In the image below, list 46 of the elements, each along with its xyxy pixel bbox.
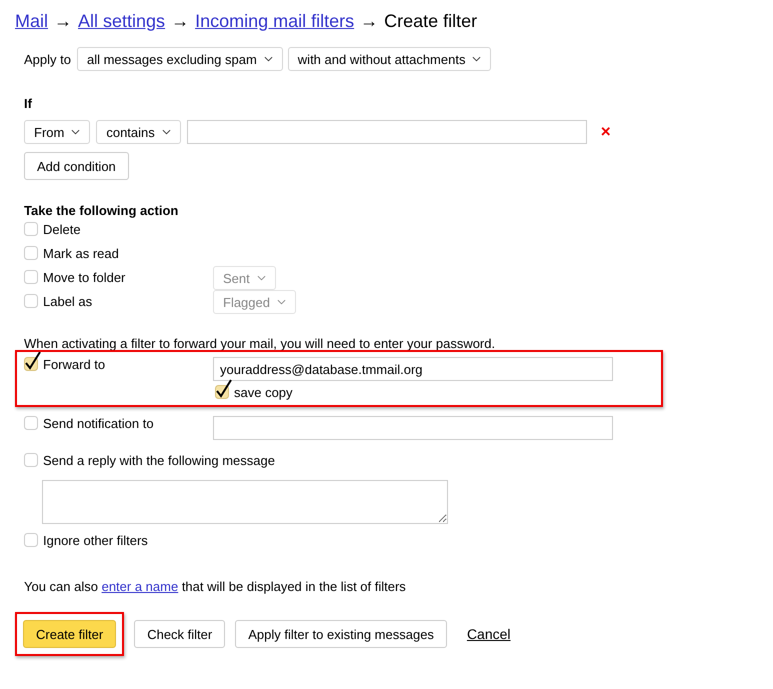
apply-to-dropdown[interactable]: all messages excluding spam [76,47,283,71]
cancel-link[interactable]: Cancel [466,626,511,642]
caret-icon [472,56,482,62]
breadcrumb-link[interactable]: All settings [78,11,166,32]
checkbox[interactable] [215,379,233,399]
action-button[interactable]: Check filter [134,620,226,648]
action-label: Move to folder [43,270,126,285]
create-filter-button[interactable]: Create filter [23,620,116,648]
add-condition-button[interactable]: Add condition [24,152,129,180]
condition-operator-dropdown[interactable]: contains [96,120,181,144]
forward-address-field[interactable]: youraddress@database.tmmail.org [213,357,613,381]
checkbox[interactable] [24,351,42,371]
action-label: Send a reply with the following message [43,453,275,468]
filter-name-hint: You can also enter a name that will be displayed in the list of filters [24,579,407,594]
apply-to-label: Apply to [24,52,71,66]
action-button[interactable]: Apply filter to existing messages [235,620,447,648]
reply-message-field[interactable] [42,480,448,524]
action-label: Ignore other filters [43,533,148,548]
action-label: Label as [43,294,92,309]
breadcrumb-arrow: → [54,11,72,32]
action-label: Send notification to [43,416,154,431]
apply-to-dropdown[interactable]: with and without attachments [288,47,492,71]
breadcrumb-link[interactable]: Mail [15,11,48,32]
condition-value-field[interactable] [186,120,587,144]
action-dropdown[interactable]: Flagged [213,290,296,314]
notification-address-field[interactable] [213,416,613,440]
caret-icon [71,129,80,135]
action-label: Mark as read [43,246,119,261]
caret-icon [162,129,171,135]
breadcrumb-arrow: → [360,11,378,32]
condition-field-dropdown[interactable]: From [24,120,90,144]
action-label: Delete [43,222,81,237]
action-dropdown[interactable]: Sent [213,266,276,290]
caret-icon [264,56,273,62]
save-copy-label: save copy [234,385,293,400]
forward-password-note: When activating a filter to forward your mail, you will need to enter your password. [24,336,496,351]
caret-icon [276,299,286,305]
if-heading: If [24,96,33,111]
actions-heading: Take the following action [24,203,180,218]
breadcrumb-link[interactable]: Incoming mail filters [195,11,354,32]
breadcrumb-arrow: → [171,11,190,32]
page-title: Create filter [384,11,478,32]
enter-name-link[interactable]: enter a name [102,579,178,594]
remove-condition-button[interactable]: × [600,122,611,142]
caret-icon [256,275,266,281]
action-label: Forward to [43,357,106,372]
